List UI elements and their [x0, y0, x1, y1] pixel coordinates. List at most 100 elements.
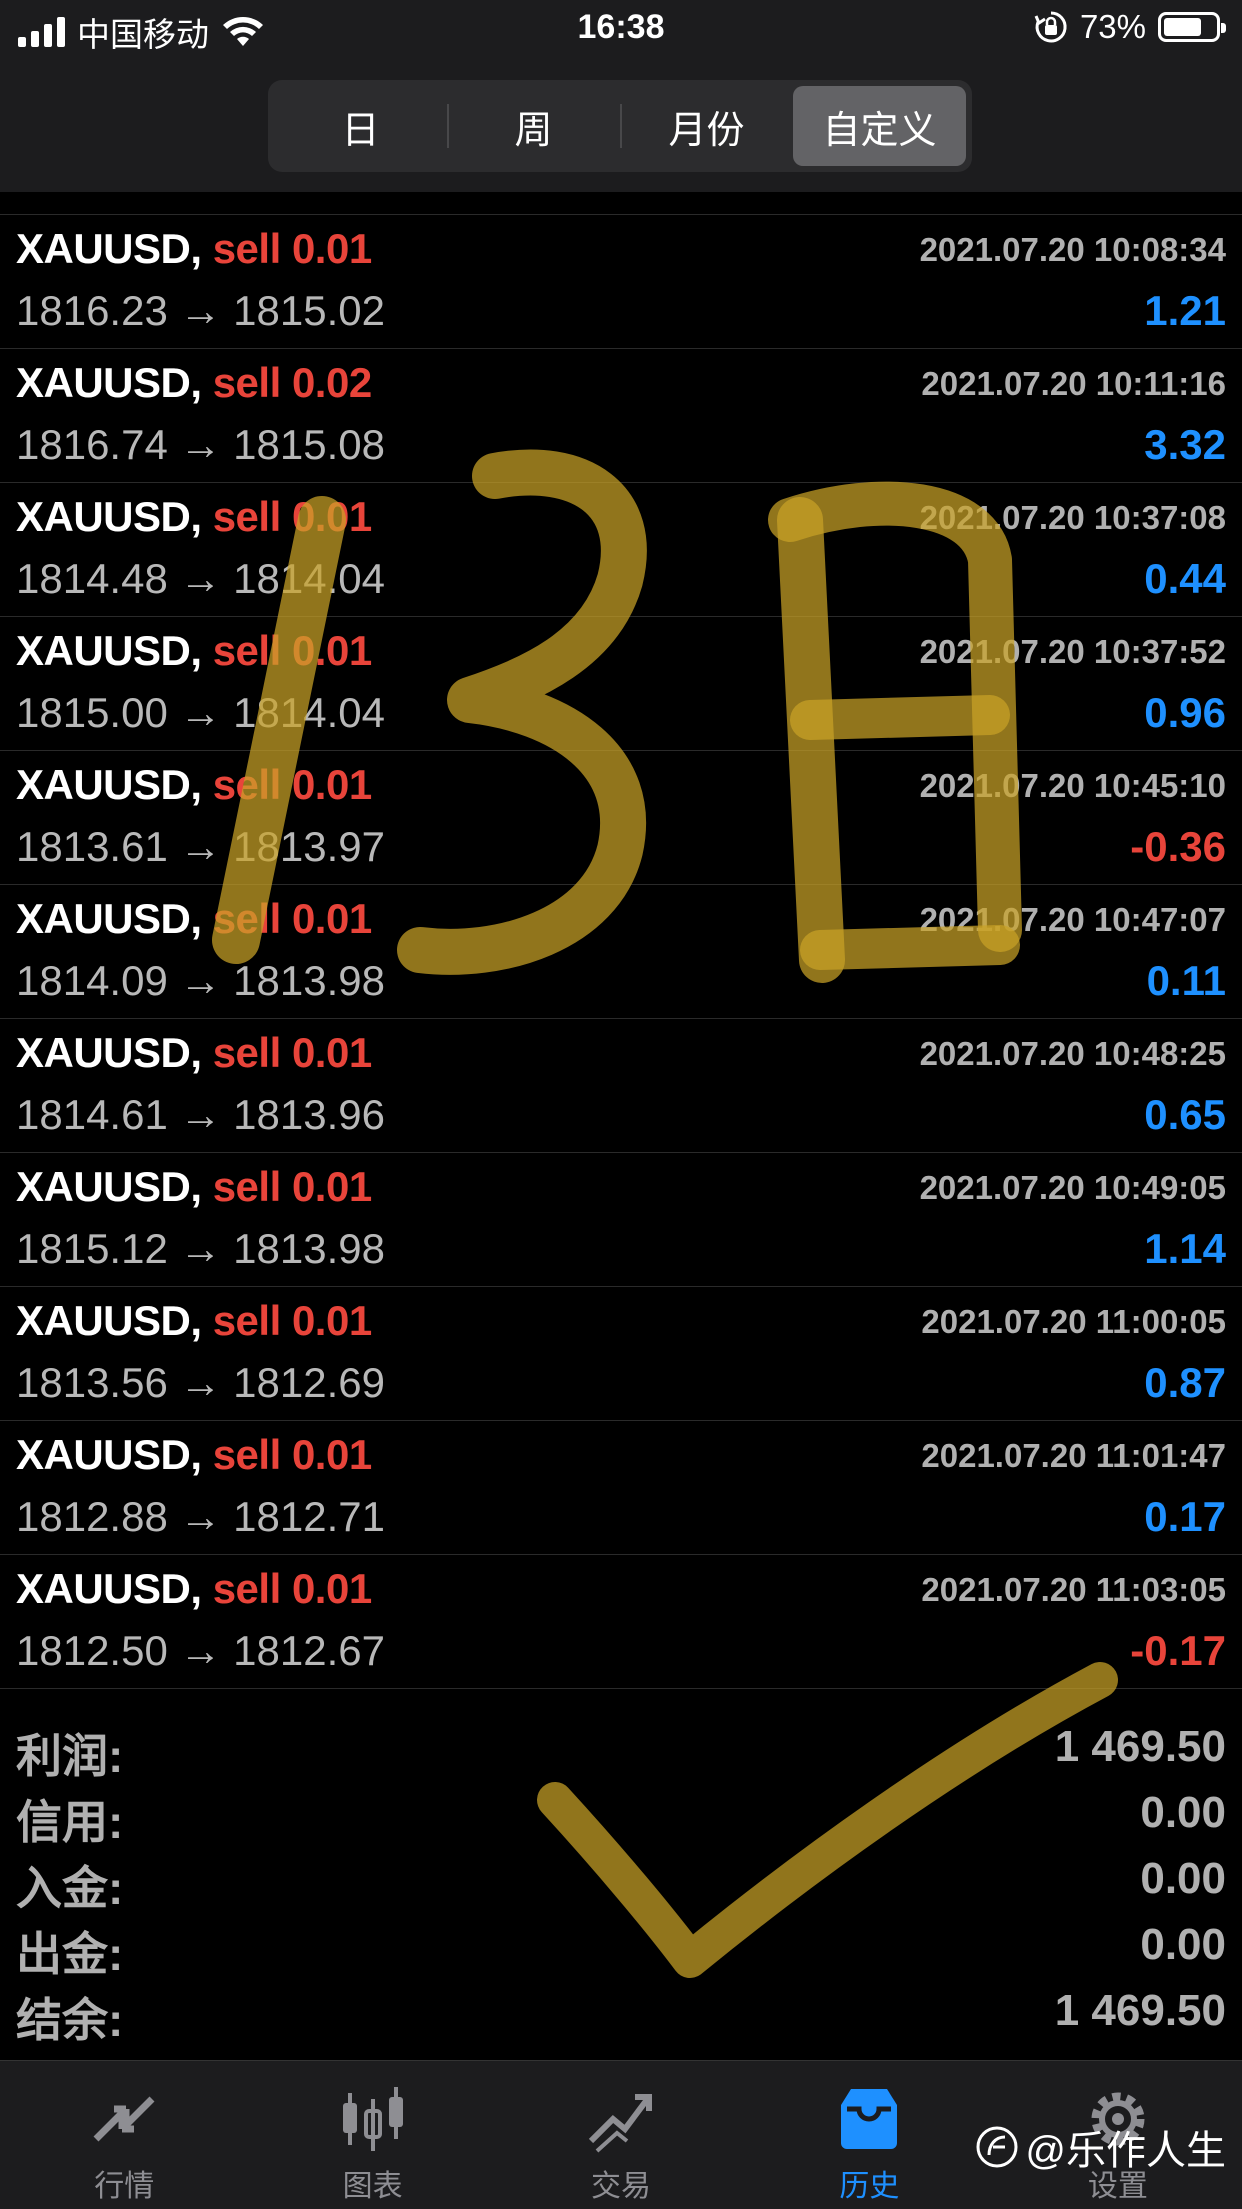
trade-symbol-line: XAUUSD, sell 0.01 — [16, 1029, 372, 1077]
trade-prices: 1815.00 → 1814.04 — [16, 689, 385, 737]
trade-volume: 0.01 — [291, 225, 372, 272]
tab-quotes[interactable]: 行情 — [0, 2061, 248, 2209]
trade-time: 2021.07.20 11:03:05 — [921, 1571, 1226, 1608]
trade-side: sell — [212, 627, 282, 674]
summary-row: 入金: 0.00 — [0, 1846, 1242, 1914]
trade-row[interactable]: XAUUSD, sell 0.01 2021.07.20 11:03:05 1812… — [0, 1555, 1242, 1689]
summary-label: 信用: — [16, 1796, 124, 1848]
summary-row: 利润: 1 469.50 — [0, 1714, 1242, 1782]
trade-symbol-line: XAUUSD, sell 0.01 — [16, 627, 372, 675]
trade-time: 2021.07.20 10:37:08 — [919, 499, 1226, 536]
period-segmented-control: 日周月份 自定义 — [268, 80, 972, 172]
close-price: 1815.08 — [233, 421, 385, 468]
tab-label: 图表 — [342, 2170, 403, 2203]
trade-volume: 0.01 — [291, 895, 372, 942]
trade-row[interactable]: XAUUSD, sell 0.01 2021.07.20 11:00:05 1813… — [0, 1287, 1242, 1421]
summary-value: 0.00 — [1140, 1920, 1226, 1969]
trade-symbol: XAUUSD, — [16, 1431, 202, 1478]
rotation-lock-icon — [1034, 11, 1067, 43]
trade-history-list[interactable]: XAUUSD, sell 0.01 2021.07.20 10:08:34 1816… — [0, 192, 1242, 1689]
summary-label: 结余: — [16, 1994, 124, 2046]
trade-side: sell — [212, 493, 282, 540]
tab-label: 历史 — [839, 2170, 900, 2203]
arrow-icon: → — [179, 823, 222, 870]
arrow-icon: → — [179, 957, 222, 1004]
segment-1[interactable]: 周 — [447, 86, 620, 166]
open-price: 1812.88 — [16, 1493, 168, 1540]
close-price: 1814.04 — [233, 555, 385, 602]
trade-volume: 0.02 — [291, 359, 372, 406]
segment-0[interactable]: 日 — [274, 86, 447, 166]
trade-profit: 0.65 — [1144, 1091, 1226, 1138]
trade-side: sell — [212, 1163, 282, 1210]
tab-history[interactable]: 历史 — [745, 2061, 993, 2209]
trade-row[interactable]: XAUUSD, sell 0.01 2021.07.20 10:47:07 1814… — [0, 885, 1242, 1019]
open-price: 1813.61 — [16, 823, 168, 870]
trade-symbol: XAUUSD, — [16, 627, 202, 674]
trade-volume: 0.01 — [291, 761, 372, 808]
trade-profit: 0.17 — [1144, 1493, 1226, 1540]
trade-prices: 1813.61 → 1813.97 — [16, 823, 385, 871]
close-price: 1813.98 — [233, 957, 385, 1004]
trade-symbol: XAUUSD, — [16, 493, 202, 540]
trade-row[interactable]: XAUUSD, sell 0.01 2021.07.20 11:01:47 1812… — [0, 1421, 1242, 1555]
trade-time: 2021.07.20 10:11:16 — [921, 365, 1226, 402]
close-price: 1812.69 — [233, 1359, 385, 1406]
summary-row: 出金: 0.00 — [0, 1912, 1242, 1980]
trade-prices: 1814.61 → 1813.96 — [16, 1091, 385, 1139]
battery-percent: 73% — [1079, 8, 1146, 45]
trade-prices: 1816.74 → 1815.08 — [16, 421, 385, 469]
chart-icon — [342, 2087, 403, 2151]
trade-row[interactable]: XAUUSD, sell 0.02 2021.07.20 10:11:16 1816… — [0, 349, 1242, 483]
arrow-icon: → — [179, 1225, 222, 1272]
partial-row — [0, 192, 1242, 215]
trade-time: 2021.07.20 10:45:10 — [919, 767, 1226, 804]
trade-row[interactable]: XAUUSD, sell 0.01 2021.07.20 10:48:25 1814… — [0, 1019, 1242, 1153]
trade-symbol: XAUUSD, — [16, 359, 202, 406]
trade-symbol-line: XAUUSD, sell 0.02 — [16, 359, 372, 407]
trade-side: sell — [212, 1431, 282, 1478]
close-price: 1812.67 — [233, 1627, 385, 1674]
trade-volume: 0.01 — [291, 1029, 372, 1076]
trade-symbol-line: XAUUSD, sell 0.01 — [16, 895, 372, 943]
arrow-icon: → — [179, 689, 222, 736]
account-summary: 利润: 1 469.50 信用: 0.00 入金: 0.00 出金: 0.00 结余: 1 469… — [0, 1714, 1242, 2046]
summary-label: 入金: — [16, 1862, 124, 1914]
segment-2[interactable]: 月份 — [620, 86, 793, 166]
watermark: @乐作人生 — [975, 2118, 1226, 2176]
trade-profit: 3.32 — [1144, 421, 1226, 468]
open-price: 1815.12 — [16, 1225, 168, 1272]
arrow-icon: → — [179, 1493, 222, 1540]
tab-trade[interactable]: 交易 — [497, 2061, 745, 2209]
trade-icon — [588, 2094, 653, 2153]
trade-volume: 0.01 — [291, 1565, 372, 1612]
summary-row: 信用: 0.00 — [0, 1780, 1242, 1848]
summary-label: 出金: — [16, 1928, 124, 1980]
arrow-icon: → — [179, 287, 222, 334]
open-price: 1816.23 — [16, 287, 168, 334]
trade-time: 2021.07.20 10:48:25 — [919, 1035, 1226, 1072]
trade-side: sell — [212, 1565, 282, 1612]
trade-side: sell — [212, 1297, 282, 1344]
summary-value: 0.00 — [1140, 1854, 1226, 1903]
tab-chart[interactable]: 图表 — [248, 2061, 496, 2209]
trade-row[interactable]: XAUUSD, sell 0.01 2021.07.20 10:45:10 1813… — [0, 751, 1242, 885]
segment-3[interactable]: 自定义 — [793, 86, 966, 166]
trade-symbol-line: XAUUSD, sell 0.01 — [16, 1431, 372, 1479]
trade-row[interactable]: XAUUSD, sell 0.01 2021.07.20 10:08:34 1816… — [0, 215, 1242, 349]
trade-prices: 1814.09 → 1813.98 — [16, 957, 385, 1005]
trade-row[interactable]: XAUUSD, sell 0.01 2021.07.20 10:49:05 1815… — [0, 1153, 1242, 1287]
close-price: 1813.96 — [233, 1091, 385, 1138]
trade-side: sell — [212, 761, 282, 808]
open-price: 1814.48 — [16, 555, 168, 602]
trade-profit: 1.14 — [1144, 1225, 1226, 1272]
trade-row[interactable]: XAUUSD, sell 0.01 2021.07.20 10:37:52 1815… — [0, 617, 1242, 751]
trade-symbol-line: XAUUSD, sell 0.01 — [16, 225, 372, 273]
trade-side: sell — [212, 895, 282, 942]
trade-profit: 0.11 — [1146, 957, 1226, 1004]
open-price: 1812.50 — [16, 1627, 168, 1674]
trade-row[interactable]: XAUUSD, sell 0.01 2021.07.20 10:37:08 1814… — [0, 483, 1242, 617]
trade-volume: 0.01 — [291, 1163, 372, 1210]
trade-symbol-line: XAUUSD, sell 0.01 — [16, 1565, 372, 1613]
trade-volume: 0.01 — [291, 1431, 372, 1478]
